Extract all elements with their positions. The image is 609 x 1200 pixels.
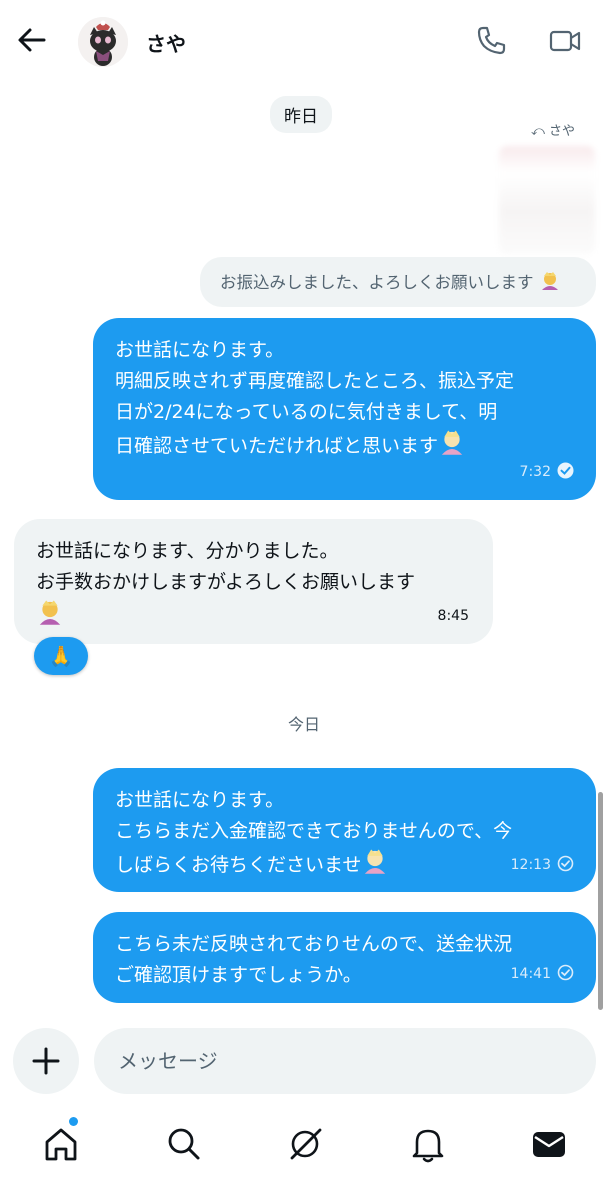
message-timestamp: 8:45	[437, 608, 469, 624]
bowing-person-emoji-icon	[441, 430, 463, 455]
message-line: 明細反映されず再度確認したところ、振込予定	[115, 370, 515, 392]
blurred-image-attachment[interactable]	[499, 146, 595, 254]
bowing-person-emoji-icon	[365, 849, 386, 874]
date-divider-today: 今日	[288, 715, 321, 734]
quoted-message[interactable]: お振込みしました、よろしくお願いします	[200, 257, 596, 307]
message-timestamp: 12:13	[511, 850, 574, 881]
search-icon[interactable]	[162, 1122, 206, 1166]
add-attachment-button[interactable]	[13, 1028, 79, 1094]
sent-check-icon	[557, 855, 574, 872]
message-line: お世話になります、分かりました。	[36, 540, 339, 562]
avatar[interactable]	[78, 17, 128, 67]
message-line: ご確認頂けますでしょうか。	[115, 964, 362, 986]
outgoing-message[interactable]: こちら未だ反映されておりせんので、送金状況 ご確認頂けますでしょうか。 14:4…	[93, 912, 596, 1003]
bowing-woman-emoji-icon	[39, 600, 61, 625]
cat-avatar-icon	[78, 17, 128, 67]
back-arrow-icon[interactable]	[14, 22, 50, 58]
outgoing-message[interactable]: お世話になります。 こちらまだ入金確認できておりませんので、今 しばらくお待ちく…	[93, 768, 596, 892]
phone-icon[interactable]	[474, 24, 508, 58]
home-icon[interactable]	[39, 1122, 83, 1166]
bowing-woman-emoji-icon	[541, 272, 558, 290]
outgoing-message[interactable]: お世話になります。 明細反映されず再度確認したところ、振込予定 日が2/24にな…	[93, 318, 596, 500]
reply-to-name: さや	[548, 124, 575, 139]
message-timestamp: 7:32	[520, 457, 574, 488]
message-line: お世話になります。	[115, 339, 285, 361]
scrollbar-thumb[interactable]	[598, 792, 603, 1010]
message-input[interactable]	[94, 1028, 596, 1094]
notifications-icon[interactable]	[406, 1122, 450, 1166]
grok-icon[interactable]	[284, 1122, 328, 1166]
notification-dot	[69, 1117, 78, 1126]
video-camera-icon[interactable]	[548, 24, 582, 58]
message-line: 日確認させていただければと思います	[115, 435, 439, 457]
reply-arrow-icon: ⤺	[530, 124, 549, 139]
message-line: こちらまだ入金確認できておりませんので、今	[115, 820, 513, 842]
plus-icon	[32, 1047, 60, 1075]
message-line: 日が2/24になっているのに気付きまして、明	[115, 401, 498, 423]
messages-icon[interactable]	[527, 1122, 571, 1166]
message-timestamp: 14:41	[511, 959, 574, 990]
quoted-message-text: お振込みしました、よろしくお願いします	[220, 273, 534, 292]
folded-hands-emoji: 🙏	[48, 644, 74, 668]
reaction-badge[interactable]: 🙏	[34, 637, 88, 675]
sent-check-icon	[557, 964, 574, 981]
message-line: こちら未だ反映されておりせんので、送金状況	[115, 933, 513, 955]
contact-name[interactable]: さや	[146, 28, 186, 57]
message-line: お世話になります。	[115, 789, 285, 811]
read-check-icon	[557, 462, 574, 479]
incoming-message[interactable]: お世話になります、分かりました。 お手数おかけしますがよろしくお願いします 8:…	[14, 519, 493, 644]
date-divider-yesterday: 昨日	[270, 96, 332, 133]
message-line: お手数おかけしますがよろしくお願いします	[36, 571, 416, 593]
reply-indicator: ⤺ さや	[531, 120, 575, 139]
message-line: しばらくお待ちくださいませ	[115, 854, 362, 876]
